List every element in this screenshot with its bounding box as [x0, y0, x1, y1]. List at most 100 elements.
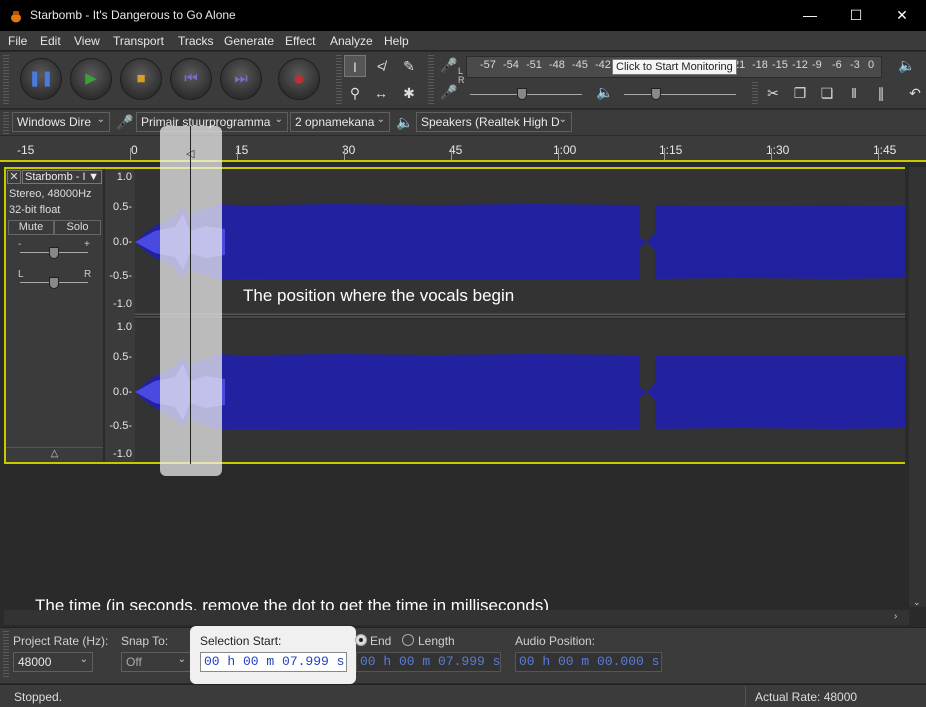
microphone-icon: 🎤 [116, 114, 134, 130]
project-rate-select[interactable]: 48000 ⌄ [13, 652, 93, 672]
pan-thumb[interactable] [49, 277, 59, 289]
recording-channels-select[interactable]: 2 opnamekana ⌄ [290, 112, 390, 132]
menu-tracks[interactable]: Tracks [178, 34, 214, 48]
play-icon: ▶ [85, 70, 97, 87]
envelope-tool-icon[interactable]: ≮ [370, 55, 392, 77]
maximize-button[interactable]: ☐ [833, 0, 879, 31]
selection-end-field[interactable]: 00 h 00 m 07.999 s [356, 652, 501, 672]
mute-button[interactable]: Mute [8, 220, 54, 235]
timeline-ruler[interactable]: -15 0 15 30 45 1:00 1:15 1:30 1:45 [0, 136, 926, 162]
playback-volume-thumb[interactable] [651, 88, 661, 100]
actual-rate: Actual Rate: 48000 [755, 690, 858, 704]
audio-host-select[interactable]: Windows Dire ⌄ [12, 112, 110, 132]
pause-button[interactable]: ❚❚ [20, 58, 62, 100]
transport-toolbar: ❚❚ ▶ ■ ⏮ ⏭ ● I ≮ ✎ ⚲ ↔ ✱ 🎤 L R -57 -54 -… [0, 52, 926, 108]
menu-help[interactable]: Help [384, 34, 409, 48]
toolbar-grip[interactable] [3, 631, 9, 679]
recording-volume-thumb[interactable] [517, 88, 527, 100]
toolbar-grip[interactable] [428, 55, 434, 105]
title-bar: Starbomb - It's Dangerous to Go Alone — … [0, 0, 926, 31]
solo-button[interactable]: Solo [54, 220, 101, 235]
waveform-right-channel [135, 354, 905, 430]
status-bar: Stopped. Actual Rate: 48000 [0, 684, 926, 707]
end-label: End [370, 634, 392, 648]
menu-analyze[interactable]: Analyze [330, 34, 373, 48]
multi-tool-icon[interactable]: ✱ [398, 82, 420, 104]
end-radio[interactable] [355, 634, 367, 646]
chevron-down-icon: ▼ [88, 171, 99, 183]
toolbar-grip[interactable] [3, 55, 9, 105]
snap-to-select[interactable]: Off ⌄ [121, 652, 191, 672]
menu-generate[interactable]: Generate [224, 34, 274, 48]
timeline-tick: 0 [131, 143, 138, 157]
draw-tool-icon[interactable]: ✎ [398, 55, 420, 77]
length-radio[interactable] [402, 634, 414, 646]
snap-to-label: Snap To: [121, 634, 169, 648]
record-icon: ● [292, 68, 306, 90]
waveform[interactable] [135, 169, 905, 462]
trim-icon[interactable]: ‖ [843, 82, 865, 104]
skip-start-button[interactable]: ⏮ [170, 58, 212, 100]
zoom-tool-icon[interactable]: ⚲ [344, 82, 366, 104]
monitoring-tooltip: Click to Start Monitoring [612, 59, 737, 75]
menu-transport[interactable]: Transport [113, 34, 164, 48]
speaker-icon: 🔈 [596, 84, 614, 100]
close-button[interactable]: ✕ [879, 0, 925, 31]
timeline-tick: 1:15 [659, 143, 683, 157]
toolbar-grip[interactable] [3, 112, 9, 134]
stop-icon: ■ [136, 70, 146, 87]
timeline-tick: 1:30 [766, 143, 790, 157]
copy-icon[interactable]: ❐ [789, 82, 811, 104]
timeshift-tool-icon[interactable]: ↔ [370, 82, 392, 104]
track-format: Stereo, 48000Hz [9, 188, 92, 200]
toolbar-grip[interactable] [336, 55, 342, 105]
play-head-icon: ◁ [186, 148, 195, 160]
chevron-down-icon: ⌄ [177, 654, 186, 665]
timeline-tick: -15 [17, 143, 35, 157]
microphone-icon: 🎤 [440, 84, 458, 100]
audacity-icon [11, 11, 21, 23]
track-control-panel: ✕ Starbomb - I ▼ Stereo, 48000Hz 32-bit f… [6, 169, 103, 462]
chevron-down-icon[interactable]: ⌄ [913, 597, 921, 608]
playback-volume-slider[interactable] [624, 94, 736, 95]
chevron-down-icon: ⌄ [376, 114, 385, 125]
gain-thumb[interactable] [49, 247, 59, 259]
horizontal-scrollbar[interactable]: › [4, 610, 909, 625]
menu-effect[interactable]: Effect [285, 34, 315, 48]
silence-icon[interactable]: ∥ [870, 82, 892, 104]
toolbar-grip[interactable] [752, 82, 758, 106]
play-button[interactable]: ▶ [70, 58, 112, 100]
track-close-icon[interactable]: ✕ [7, 170, 21, 184]
track-area[interactable]: ✕ Starbomb - I ▼ Stereo, 48000Hz 32-bit f… [4, 167, 905, 464]
record-button[interactable]: ● [278, 58, 320, 100]
cut-icon[interactable]: ✂ [762, 82, 784, 104]
selection-start-field[interactable]: 00 h 00 m 07.999 s [200, 652, 347, 672]
vertical-scrollbar[interactable]: ⌄ [909, 167, 926, 607]
menu-file[interactable]: File [8, 34, 27, 48]
microphone-icon[interactable]: 🎤 [438, 54, 460, 76]
collapse-track-icon[interactable]: △ [6, 447, 103, 462]
status-text: Stopped. [14, 690, 63, 704]
skip-end-button[interactable]: ⏭ [220, 58, 262, 100]
audio-position-field[interactable]: 00 h 00 m 00.000 s [515, 652, 662, 672]
selection-start-label: Selection Start: [200, 634, 282, 648]
timeline-tick: 1:00 [553, 143, 577, 157]
track-name-menu[interactable]: Starbomb - I ▼ [22, 170, 102, 184]
playback-device-select[interactable]: Speakers (Realtek High D ⌄ [416, 112, 572, 132]
menu-view[interactable]: View [74, 34, 100, 48]
chevron-right-icon[interactable]: › [894, 611, 897, 622]
chevron-down-icon: ⌄ [274, 114, 283, 125]
project-rate-label: Project Rate (Hz): [13, 634, 109, 648]
skip-start-icon: ⏮ [184, 70, 198, 87]
selection-tool-icon[interactable]: I [344, 55, 366, 77]
audio-position-label: Audio Position: [515, 634, 596, 648]
paste-icon[interactable]: ❏ [816, 82, 838, 104]
track-bitdepth: 32-bit float [9, 204, 61, 216]
speaker-icon: 🔈 [396, 114, 414, 130]
vertical-ruler: 1.0 0.5- 0.0- -0.5- -1.0 1.0 0.5- 0.0- -… [105, 169, 135, 462]
speaker-icon[interactable]: 🔈 [896, 54, 918, 76]
undo-icon[interactable]: ↶ [904, 82, 926, 104]
menu-edit[interactable]: Edit [40, 34, 61, 48]
minimize-button[interactable]: — [787, 0, 833, 31]
stop-button[interactable]: ■ [120, 58, 162, 100]
